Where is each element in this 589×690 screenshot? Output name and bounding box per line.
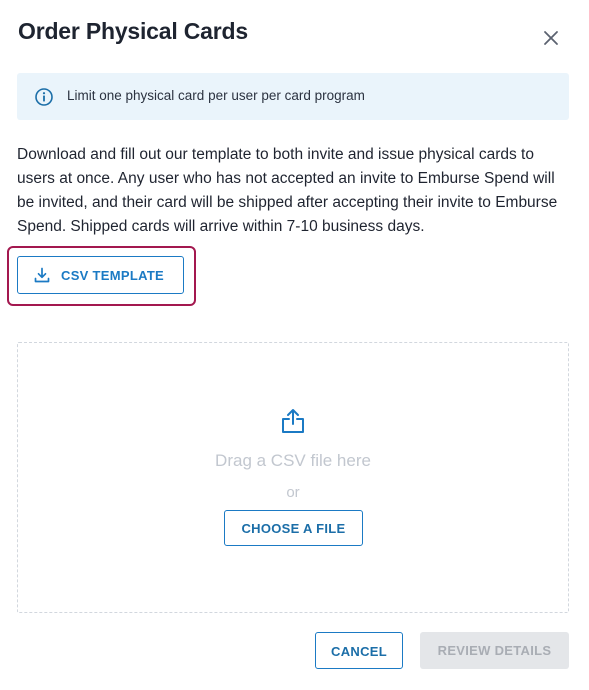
instructions-text: Download and fill out our template to bo… (17, 146, 558, 235)
cancel-label: CANCEL (331, 644, 387, 659)
cancel-button[interactable]: CANCEL (315, 632, 403, 669)
review-details-label: REVIEW DETAILS (437, 643, 552, 658)
info-banner: Limit one physical card per user per car… (17, 73, 569, 120)
info-banner-text: Limit one physical card per user per car… (67, 88, 365, 103)
dialog-title: Order Physical Cards (18, 18, 248, 44)
info-icon (34, 87, 54, 107)
csv-template-label: CSV TEMPLATE (61, 268, 165, 283)
order-physical-cards-dialog: Order Physical Cards Limit one physical … (0, 0, 589, 690)
file-dropzone[interactable]: Drag a CSV file here or CHOOSE A FILE (17, 342, 569, 613)
review-details-button[interactable]: REVIEW DETAILS (420, 632, 569, 669)
csv-template-button[interactable]: CSV TEMPLATE (17, 256, 184, 294)
drag-file-text: Drag a CSV file here (215, 451, 371, 470)
close-icon (544, 31, 558, 45)
upload-icon (280, 407, 306, 435)
choose-file-button[interactable]: CHOOSE A FILE (224, 510, 363, 546)
choose-file-label: CHOOSE A FILE (241, 521, 346, 536)
download-icon (34, 267, 50, 283)
or-separator-text: or (286, 484, 300, 501)
close-button[interactable] (538, 25, 564, 51)
